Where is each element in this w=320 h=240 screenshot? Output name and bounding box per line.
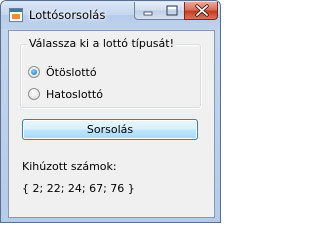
window-title: Lottósorsolás (29, 8, 106, 22)
drawn-numbers: { 2; 22; 24; 67; 76 } (22, 182, 135, 195)
radio-selected-dot (31, 69, 37, 75)
draw-button[interactable]: Sorsolás (22, 119, 198, 140)
close-button[interactable] (184, 2, 218, 20)
group-legend: Válassza ki a lottó típusát! (27, 37, 176, 50)
title-bar[interactable]: Lottósorsolás (1, 1, 220, 29)
minimize-button[interactable] (134, 2, 160, 20)
result-label: Kihúzott számok: (22, 160, 117, 173)
radio-button-otoslotto[interactable] (28, 66, 40, 78)
client-area: Válassza ki a lottó típusát! Ötöslottó H… (8, 30, 215, 218)
radio-option-otoslotto[interactable]: Ötöslottó (28, 64, 97, 80)
radio-label-hatoslotto: Hatoslottó (46, 87, 103, 101)
app-window-icon[interactable] (9, 8, 23, 22)
maximize-icon (166, 5, 178, 16)
radio-button-hatoslotto[interactable] (28, 88, 40, 100)
minimize-icon (143, 11, 153, 16)
radio-label-otoslotto: Ötöslottó (46, 65, 97, 79)
close-icon (195, 4, 209, 17)
radio-option-hatoslotto[interactable]: Hatoslottó (28, 86, 103, 102)
app-window: Lottósorsolás Válassza ki a lottó típusá… (0, 0, 221, 223)
maximize-button[interactable] (159, 2, 185, 20)
